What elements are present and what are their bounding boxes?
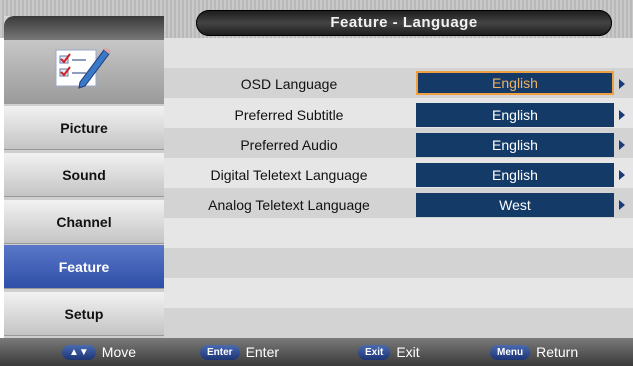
up-down-key-icon: ▲▼ [62,344,96,360]
hint-label: Return [536,344,579,360]
arrow-right-icon[interactable] [619,110,625,120]
setting-label-preferred-audio: Preferred Audio [240,137,338,153]
setting-label-osd-language: OSD Language [240,76,338,92]
row-band [164,308,633,338]
hint-move: ▲▼ Move [62,344,136,360]
hint-exit: Exit Exit [358,344,420,360]
enter-key-icon: Enter [200,344,240,360]
hint-label: Exit [396,344,420,360]
arrow-right-icon[interactable] [619,200,625,210]
preferred-audio-select[interactable]: English [416,133,614,157]
osd-language-select[interactable]: English [416,71,614,95]
hint-return: Menu Return [490,344,578,360]
hint-enter: Enter Enter [200,344,279,360]
exit-key-icon: Exit [358,344,391,360]
setting-label-analog-teletext: Analog Teletext Language [208,197,370,213]
setting-label-preferred-subtitle: Preferred Subtitle [234,107,344,123]
sidebar-item-picture[interactable]: Picture [4,106,164,150]
row-band [164,218,633,248]
digital-teletext-select[interactable]: English [416,163,614,187]
hint-label: Enter [245,344,280,360]
title-bar: Feature - Language [196,10,612,36]
page-title: Feature - Language [330,14,478,31]
row-band [164,248,633,278]
tv-osd-screen: Feature - Language Picture Sound Channel… [0,0,633,366]
arrow-right-icon[interactable] [619,170,625,180]
preferred-subtitle-select[interactable]: English [416,103,614,127]
menu-key-icon: Menu [490,344,531,360]
checklist-pencil-icon [55,47,111,89]
sidebar-item-setup[interactable]: Setup [4,292,164,336]
row-band [164,278,633,308]
sidebar-item-feature[interactable]: Feature [4,245,164,289]
analog-teletext-select[interactable]: West [416,193,614,217]
arrow-right-icon[interactable] [619,79,625,89]
hint-label: Move [101,344,137,360]
arrow-right-icon[interactable] [619,140,625,150]
sidebar-item-channel[interactable]: Channel [4,200,164,244]
logo-panel-top [4,16,164,40]
sidebar-item-sound[interactable]: Sound [4,153,164,197]
setting-label-digital-teletext: Digital Teletext Language [210,167,368,183]
